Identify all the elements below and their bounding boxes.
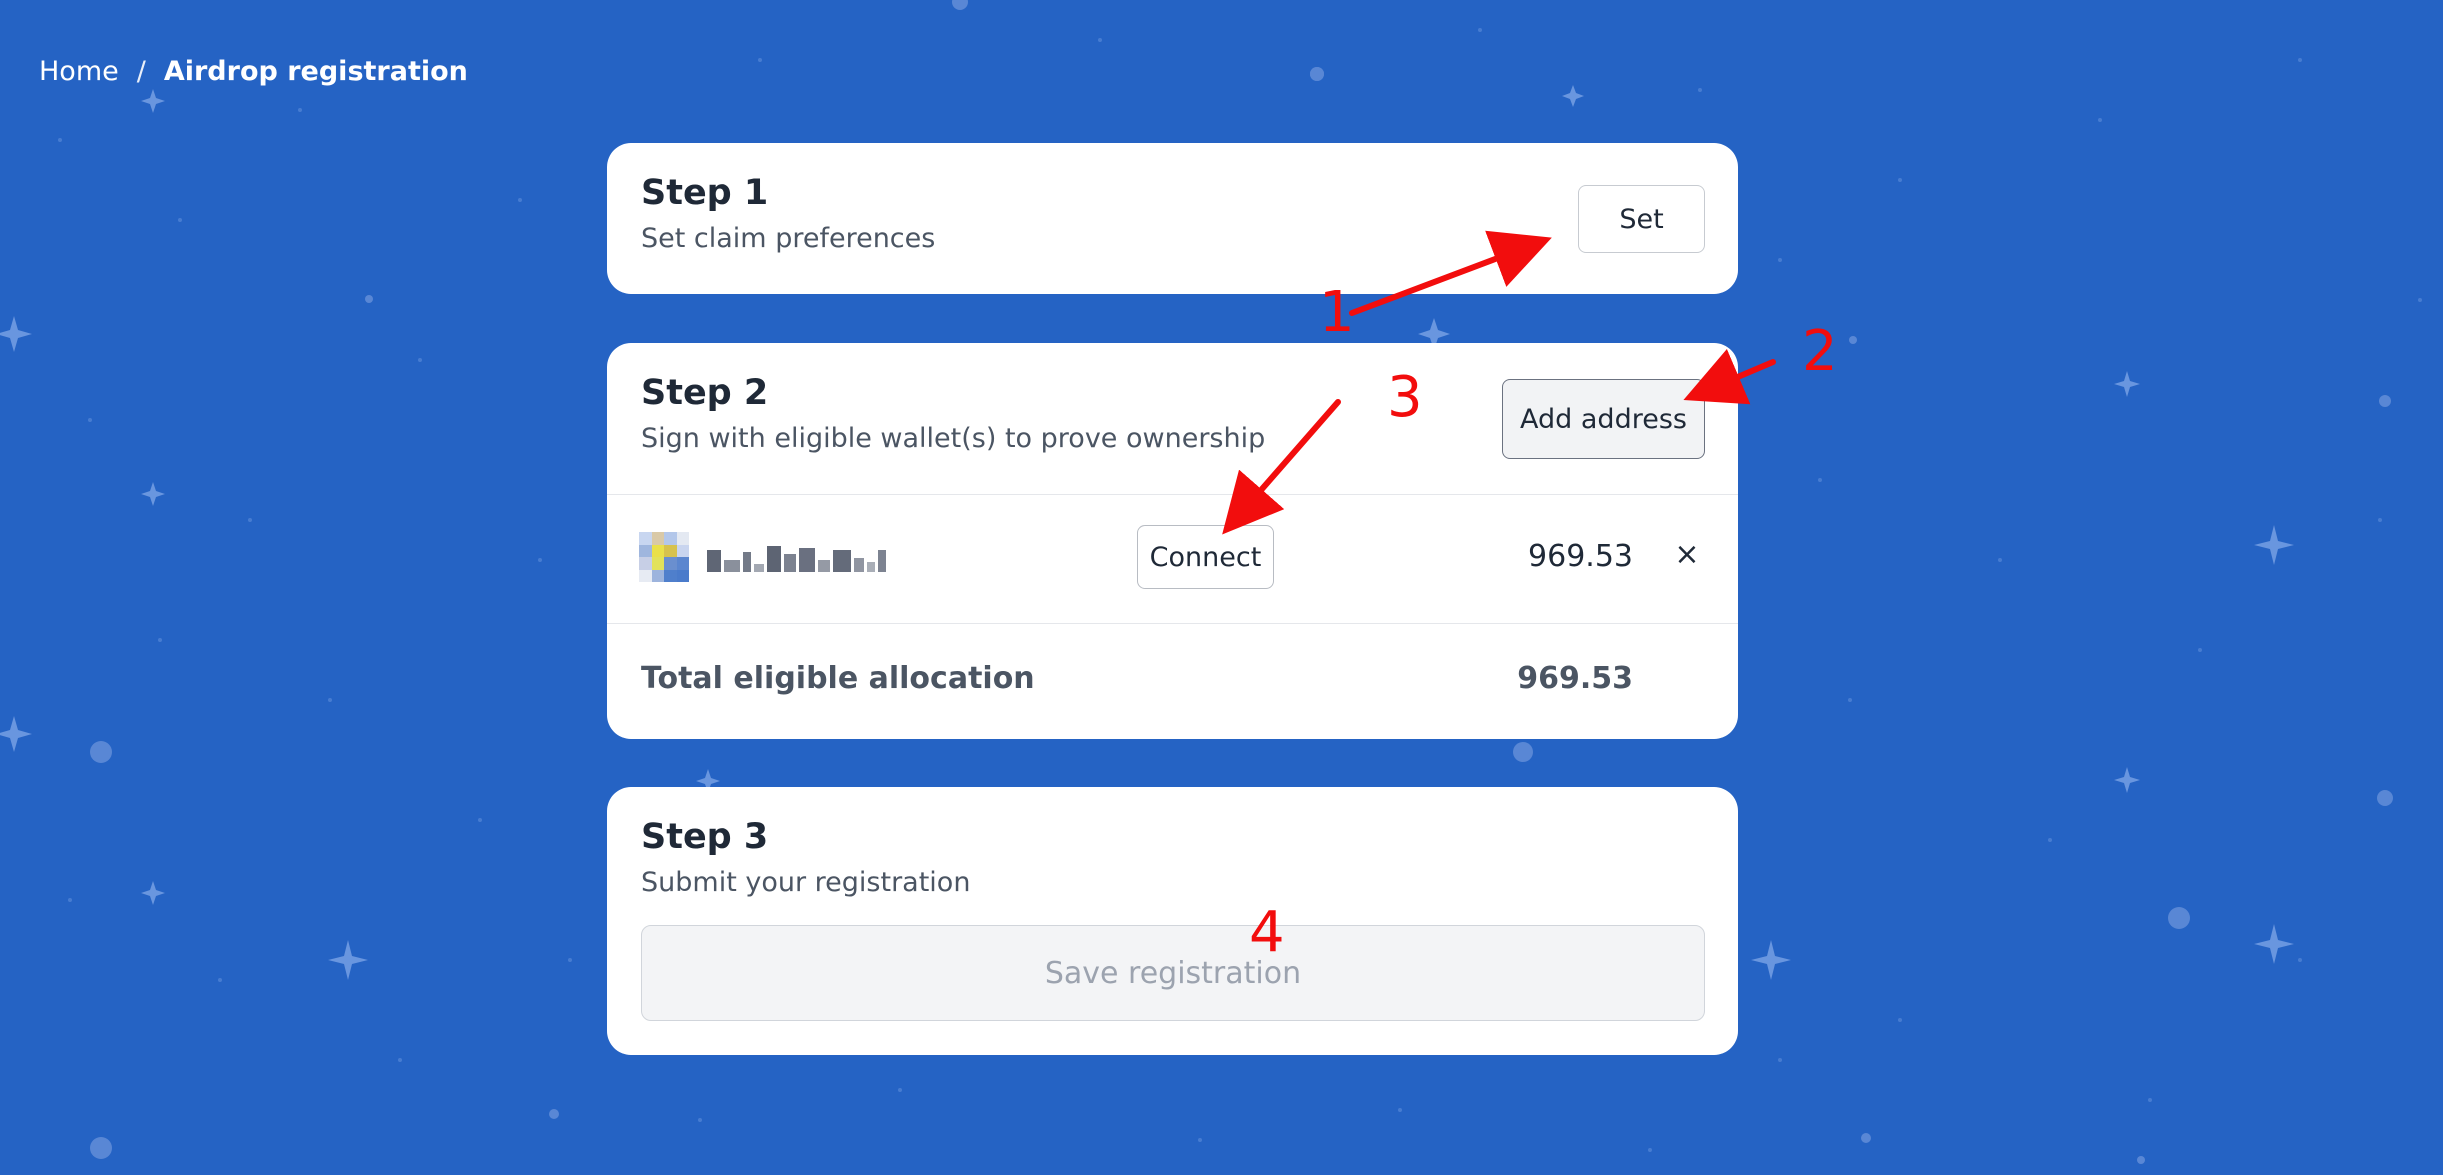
step3-title: Step 3	[641, 817, 769, 857]
connect-wallet-button[interactable]: Connect	[1137, 525, 1274, 589]
divider	[607, 494, 1738, 495]
step1-card: Step 1 Set claim preferences Set	[607, 143, 1738, 294]
step2-card: Step 2 Sign with eligible wallet(s) to p…	[607, 343, 1738, 739]
step2-title: Step 2	[641, 373, 769, 413]
step2-subtitle: Sign with eligible wallet(s) to prove ow…	[641, 423, 1266, 454]
add-address-button[interactable]: Add address	[1502, 379, 1705, 459]
breadcrumb-current: Airdrop registration	[163, 56, 468, 87]
save-registration-button[interactable]: Save registration	[641, 925, 1705, 1021]
annotation-number-3: 3	[1387, 365, 1423, 430]
total-allocation-value: 969.53	[1517, 661, 1633, 696]
breadcrumb: Home / Airdrop registration	[39, 56, 468, 87]
annotation-number-1: 1	[1319, 280, 1355, 345]
wallet-allocation-amount: 969.53	[1528, 539, 1633, 574]
step3-subtitle: Submit your registration	[641, 867, 971, 898]
breadcrumb-home-link[interactable]: Home	[39, 56, 119, 87]
total-allocation-label: Total eligible allocation	[641, 661, 1035, 696]
wallet-avatar	[639, 532, 689, 582]
annotation-number-2: 2	[1802, 319, 1838, 384]
step1-title: Step 1	[641, 173, 769, 213]
breadcrumb-separator: /	[136, 56, 146, 87]
step3-card: Step 3 Submit your registration Save reg…	[607, 787, 1738, 1055]
divider	[607, 623, 1738, 624]
wallet-address-redacted	[707, 540, 886, 572]
set-preferences-button[interactable]: Set	[1578, 185, 1705, 253]
remove-wallet-button[interactable]: ×	[1669, 537, 1705, 573]
annotation-number-4: 4	[1249, 900, 1285, 965]
step1-subtitle: Set claim preferences	[641, 223, 936, 254]
